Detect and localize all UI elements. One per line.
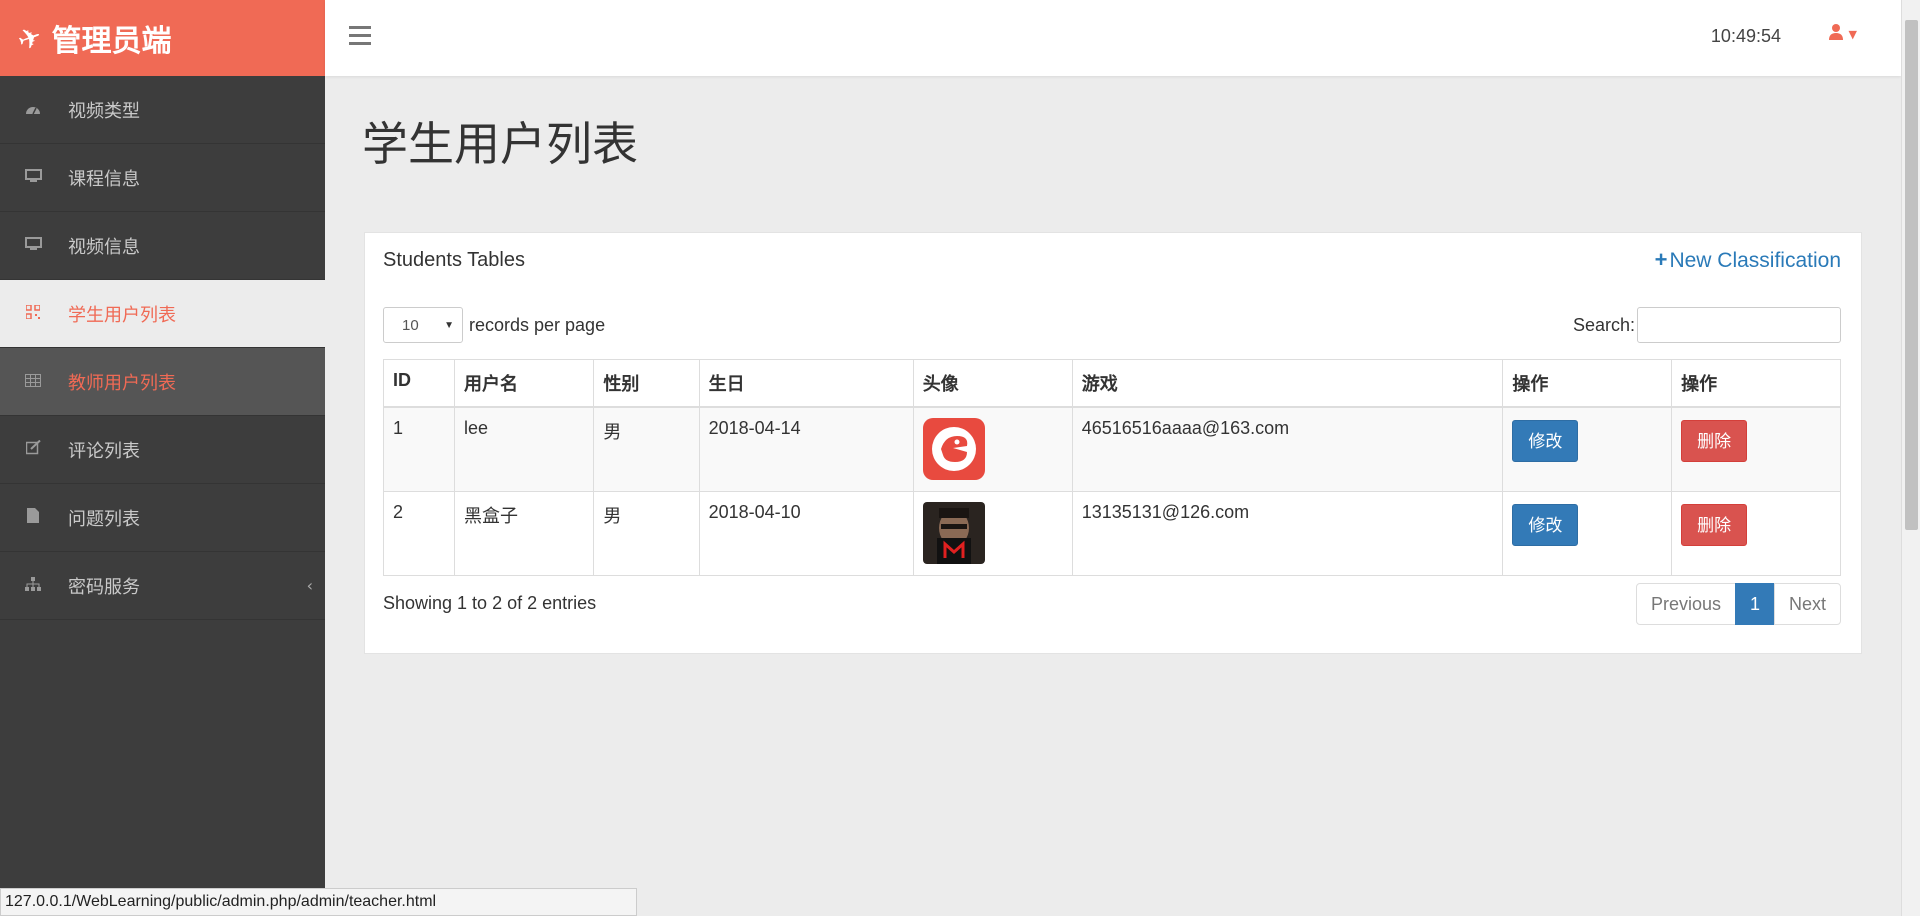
sidebar-item-label: 问题列表 (68, 508, 140, 530)
cell-username: 黑盒子 (453, 490, 595, 576)
clock: 10:49:54 (1710, 26, 1781, 46)
column-header[interactable]: ID (383, 359, 455, 408)
page-scrollbar[interactable] (1901, 0, 1920, 916)
sidebar-item-student-list[interactable]: 学生用户列表 (0, 280, 325, 348)
search-input[interactable] (1637, 307, 1841, 343)
column-header[interactable]: 头像 (912, 359, 1073, 408)
sidebar-item-label: 教师用户列表 (68, 372, 176, 394)
new-classification-label: New Classification (1669, 249, 1841, 272)
search-control: Search: (1573, 307, 1841, 343)
edit-button[interactable]: 修改 (1512, 503, 1579, 546)
cell-action: 修改 (1502, 490, 1673, 576)
top-header: 10:49:54 ▼ (325, 0, 1901, 76)
sidebar-item-label: 学生用户列表 (68, 304, 176, 326)
dashboard-icon (22, 101, 44, 119)
table-row: 2 黑盒子 男 2018-04-10 13135131@126.com 修改 删… (383, 490, 1841, 576)
cell-avatar (912, 490, 1073, 576)
page-title: 学生用户列表 (362, 117, 638, 171)
delete-button[interactable]: 删除 (1681, 503, 1748, 546)
sitemap-icon (22, 576, 44, 595)
sidebar-item-video-info[interactable]: 视频信息 (0, 212, 325, 280)
page-length-value: 10 (402, 316, 419, 334)
menu-toggle-icon[interactable] (349, 26, 371, 50)
students-table: ID 用户名 性别 生日 头像 游戏 操作 操作 1 lee 男 2018-04… (383, 359, 1841, 576)
cell-action: 删除 (1671, 406, 1841, 492)
sidebar-item-label: 视频信息 (68, 236, 140, 258)
cell-action: 删除 (1671, 490, 1841, 576)
sidebar-item-label: 视频类型 (68, 100, 140, 122)
table-info: Showing 1 to 2 of 2 entries (383, 593, 597, 613)
new-classification-link[interactable]: +New Classification (1655, 247, 1841, 273)
sidebar-item-teacher-list[interactable]: 教师用户列表 (0, 348, 325, 416)
page-length-suffix: records per page (469, 314, 606, 335)
cell-id: 1 (383, 406, 455, 492)
dropdown-arrow-icon: ▼ (444, 319, 454, 331)
sidebar-item-comments[interactable]: 评论列表 (0, 416, 325, 484)
edit-button[interactable]: 修改 (1512, 420, 1579, 462)
search-label: Search: (1572, 314, 1635, 335)
status-bar-url: 127.0.0.1/WebLearning/public/admin.php/a… (0, 888, 637, 916)
pagination-previous[interactable]: Previous (1635, 583, 1736, 625)
pagination-next[interactable]: Next (1773, 583, 1841, 625)
caret-down-icon: ▼ (1848, 28, 1857, 41)
delete-button[interactable]: 删除 (1681, 420, 1748, 462)
scrollbar-thumb[interactable] (1905, 20, 1918, 530)
plane-icon: ✈ (13, 18, 47, 58)
brand[interactable]: ✈ 管理员端 (0, 0, 325, 76)
brand-title: 管理员端 (51, 24, 172, 59)
avatar (922, 418, 985, 480)
table-header-row: ID 用户名 性别 生日 头像 游戏 操作 操作 (383, 359, 1841, 408)
qrcode-icon (22, 303, 44, 323)
edit-icon (22, 439, 44, 459)
cell-email: 46516516aaaa@163.com (1071, 406, 1504, 492)
cell-username: lee (453, 406, 595, 492)
pagination: Previous 1 Next (1635, 583, 1841, 625)
chevron-left-icon: ‹ (306, 576, 313, 595)
sidebar-item-questions[interactable]: 问题列表 (0, 484, 325, 552)
cell-gender: 男 (593, 406, 700, 492)
cell-id: 2 (383, 490, 455, 576)
avatar (922, 501, 985, 564)
sidebar-item-course-info[interactable]: 课程信息 (0, 144, 325, 212)
sidebar-nav: 视频类型 课程信息 视频信息 学生用户列表 教师用户列表 评论列表 问题列表 密… (0, 76, 325, 620)
cell-gender: 男 (593, 490, 700, 576)
table-row: 1 lee 男 2018-04-14 46516516aaaa@163.com … (383, 406, 1841, 492)
sidebar-item-label: 密码服务 (68, 576, 140, 598)
column-header[interactable]: 操作 (1671, 359, 1841, 408)
cell-birthday: 2018-04-14 (698, 406, 914, 492)
cell-action: 修改 (1502, 406, 1673, 492)
panel-title: Students Tables (383, 249, 525, 271)
pagination-page[interactable]: 1 (1734, 583, 1775, 625)
column-header[interactable]: 用户名 (453, 359, 595, 408)
column-header[interactable]: 性别 (593, 359, 700, 408)
sidebar: ✈ 管理员端 视频类型 课程信息 视频信息 学生用户列表 教师用户列表 评论列表… (0, 0, 325, 916)
file-icon (22, 508, 44, 527)
plus-icon: + (1654, 247, 1668, 272)
user-icon (1828, 24, 1843, 45)
cell-avatar (912, 406, 1073, 492)
column-header[interactable]: 生日 (698, 359, 914, 408)
page-length-control: 10 ▼ records per page (383, 307, 605, 343)
sidebar-item-label: 课程信息 (68, 168, 140, 190)
sidebar-item-label: 评论列表 (68, 440, 140, 462)
table-icon (22, 373, 44, 391)
sidebar-item-video-types[interactable]: 视频类型 (0, 76, 325, 144)
column-header[interactable]: 操作 (1502, 359, 1673, 408)
sidebar-item-password-service[interactable]: 密码服务 ‹ (0, 552, 325, 620)
column-header[interactable]: 游戏 (1071, 359, 1504, 408)
students-panel: Students Tables +New Classification 10 ▼… (364, 232, 1862, 654)
page-length-select[interactable]: 10 ▼ (383, 307, 463, 343)
monitor-icon (22, 236, 44, 255)
cell-email: 13135131@126.com (1071, 490, 1504, 576)
monitor-icon (22, 168, 44, 187)
user-menu[interactable]: ▼ (1828, 24, 1857, 45)
cell-birthday: 2018-04-10 (698, 490, 914, 576)
